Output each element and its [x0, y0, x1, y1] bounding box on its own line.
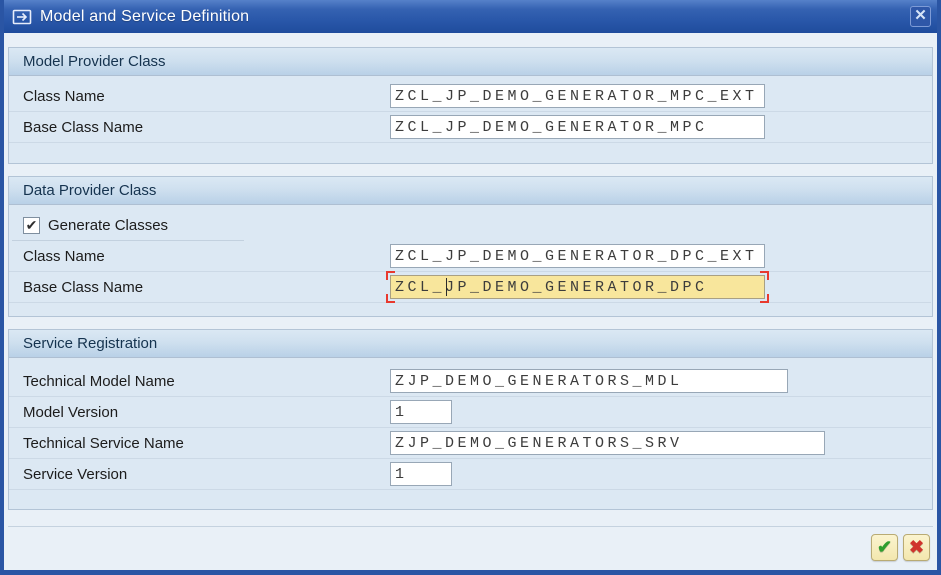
focused-field-wrapper: [386, 271, 769, 303]
row-dpc-class-name: Class Name: [9, 241, 931, 272]
dialog-body: Model Provider Class Class Name Base Cla…: [4, 33, 937, 570]
text-cursor: [446, 278, 447, 296]
row-dpc-base-class-name: Base Class Name: [9, 271, 931, 303]
technical-service-name-label: Technical Service Name: [23, 434, 184, 452]
red-x-icon: ✖: [908, 537, 925, 557]
section-title-model-provider: Model Provider Class: [9, 48, 932, 76]
mpc-class-name-label: Class Name: [23, 87, 105, 105]
dialog-title: Model and Service Definition: [40, 7, 250, 25]
cancel-button[interactable]: ✖: [903, 534, 930, 561]
service-version-input[interactable]: [390, 462, 452, 486]
mpc-class-name-input[interactable]: [390, 84, 765, 108]
model-service-definition-dialog: Model and Service Definition ✕ Model Pro…: [0, 0, 941, 575]
row-technical-model-name: Technical Model Name: [9, 366, 931, 397]
row-generate-classes: ✔ Generate Classes: [9, 210, 931, 241]
focus-bracket-bottom-right: [760, 294, 769, 303]
service-version-label: Service Version: [23, 465, 128, 483]
mpc-base-class-name-input[interactable]: [390, 115, 765, 139]
dialog-window-icon: [12, 9, 32, 24]
row-model-version: Model Version: [9, 397, 931, 428]
technical-model-name-input[interactable]: [390, 369, 788, 393]
mpc-base-class-name-label: Base Class Name: [23, 118, 144, 136]
row-mpc-class-name: Class Name: [9, 81, 931, 112]
close-button[interactable]: ✕: [910, 6, 931, 27]
focus-bracket-top-left: [386, 271, 395, 280]
technical-model-name-label: Technical Model Name: [23, 372, 175, 390]
ok-button[interactable]: ✔: [871, 534, 898, 561]
technical-service-name-input[interactable]: [390, 431, 825, 455]
generate-classes-label: Generate Classes: [48, 217, 169, 234]
dpc-class-name-label: Class Name: [23, 247, 105, 265]
dpc-base-class-name-label: Base Class Name: [23, 278, 144, 296]
section-model-provider-class: Model Provider Class Class Name Base Cla…: [8, 47, 933, 164]
focus-bracket-top-right: [760, 271, 769, 280]
dpc-class-name-input[interactable]: [390, 244, 765, 268]
checkmark-icon: ✔: [25, 217, 38, 233]
generate-classes-checkbox[interactable]: ✔: [23, 217, 40, 234]
close-icon: ✕: [914, 7, 927, 24]
dialog-titlebar: Model and Service Definition ✕: [4, 0, 937, 33]
section-service-registration: Service Registration Technical Model Nam…: [8, 329, 933, 510]
model-version-input[interactable]: [390, 400, 452, 424]
model-version-label: Model Version: [23, 403, 119, 421]
focus-bracket-bottom-left: [386, 294, 395, 303]
footer-button-bar: ✔ ✖: [8, 527, 933, 561]
green-check-icon: ✔: [876, 537, 893, 557]
section-title-service-registration: Service Registration: [9, 330, 932, 358]
section-title-data-provider: Data Provider Class: [9, 177, 932, 205]
row-service-version: Service Version: [9, 459, 931, 490]
section-data-provider-class: Data Provider Class ✔ Generate Classes C…: [8, 176, 933, 317]
row-mpc-base-class-name: Base Class Name: [9, 112, 931, 143]
row-technical-service-name: Technical Service Name: [9, 428, 931, 459]
